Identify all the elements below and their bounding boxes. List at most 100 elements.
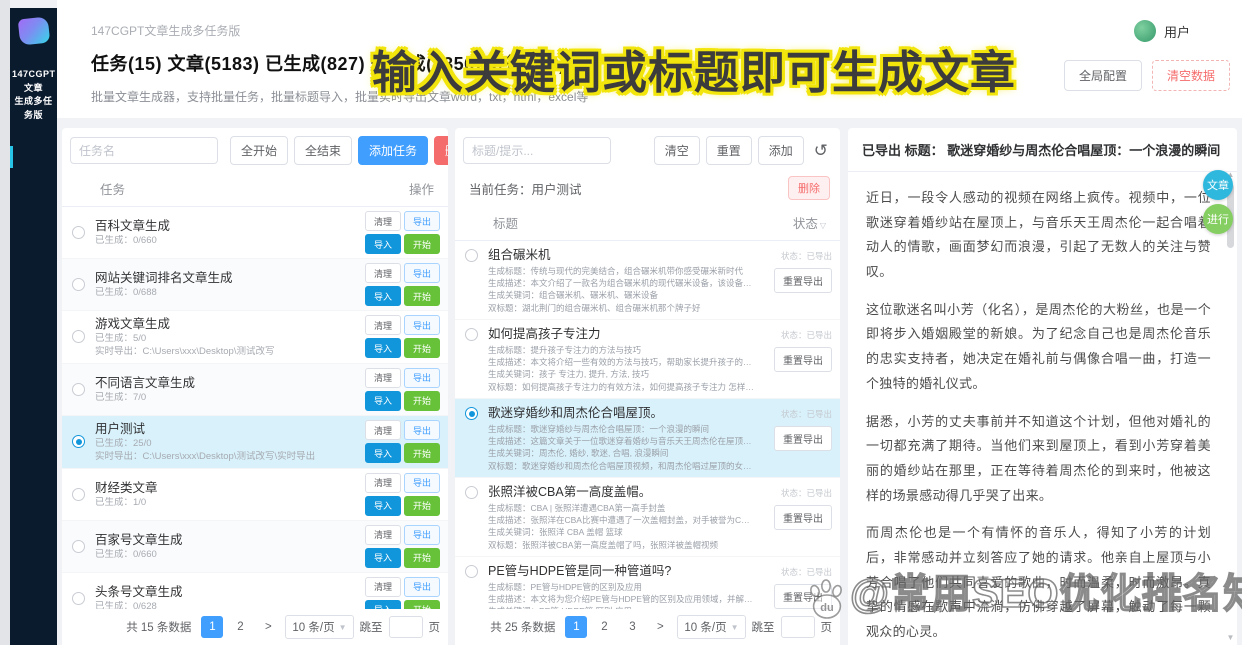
title-row[interactable]: PE管与HDPE管是同一种管道吗? 生成标题：PE管与HDPE管的区别及应用 生… [455, 557, 840, 609]
progress-float-button[interactable]: 进行 [1203, 204, 1233, 234]
task-row[interactable]: 百科文章生成 已生成：0/660 清理 导出 导入 开始 [62, 207, 448, 259]
title-row[interactable]: 如何提高孩子专注力 生成标题：提升孩子专注力的方法与技巧 生成描述：本文将介绍一… [455, 320, 840, 399]
reset-titles-button[interactable]: 重置 [706, 136, 752, 165]
clear-data-button[interactable]: 清空数据 [1152, 60, 1230, 91]
app-window: 147CGPT文章 生成多任务版 147CGPT文章生成多任务版 用户 任务(1… [0, 0, 1242, 645]
re-export-button[interactable]: 重置导出 [774, 268, 832, 293]
task-search-input[interactable] [70, 137, 218, 164]
task-row[interactable]: 头条号文章生成 已生成：0/628 清理 导出 导入 开始 [62, 573, 448, 610]
task-radio[interactable] [72, 488, 85, 501]
add-title-button[interactable]: 添加 [758, 136, 804, 165]
title-radio[interactable] [465, 486, 478, 499]
task-export-button[interactable]: 导出 [404, 315, 440, 335]
task-export-button[interactable]: 导出 [404, 263, 440, 283]
task-title: 百家号文章生成 [95, 531, 361, 549]
jump-page-input[interactable] [781, 616, 815, 638]
re-export-button[interactable]: 重置导出 [774, 426, 832, 451]
task-start-button[interactable]: 开始 [404, 548, 440, 568]
article-panel: 已导出 标题： 歌迷穿婚纱与周杰伦合唱屋顶：一个浪漫的瞬间 近日，一段令人感动的… [848, 128, 1237, 645]
next-page-button[interactable]: > [257, 616, 279, 638]
task-start-button[interactable]: 开始 [404, 286, 440, 306]
delete-task-button[interactable]: 删除 [434, 136, 448, 165]
delete-title-button[interactable]: 删除 [788, 176, 830, 200]
page-button-1[interactable]: 1 [201, 616, 223, 638]
user-menu[interactable]: 用户 [1134, 20, 1190, 42]
tasks-pagination: 共 15 条数据 1 2 > 10 条/页▼ 跳至 页 [62, 609, 448, 645]
refresh-icon[interactable]: ↺ [810, 140, 832, 161]
page-size-select[interactable]: 10 条/页▼ [677, 615, 745, 639]
task-import-button[interactable]: 导入 [365, 234, 401, 254]
page-button-2[interactable]: 2 [229, 616, 251, 638]
re-export-button[interactable]: 重置导出 [774, 584, 832, 609]
task-radio-checked[interactable] [72, 435, 85, 448]
task-import-button[interactable]: 导入 [365, 548, 401, 568]
task-start-button[interactable]: 开始 [404, 338, 440, 358]
title-row[interactable]: 组合碾米机 生成标题：传统与现代的完美结合，组合碾米机带你感受碾米新时代 生成描… [455, 241, 840, 320]
task-clean-button[interactable]: 清理 [365, 263, 401, 283]
task-export-button[interactable]: 导出 [404, 420, 440, 440]
task-radio[interactable] [72, 383, 85, 396]
task-clean-button[interactable]: 清理 [365, 211, 401, 231]
task-clean-button[interactable]: 清理 [365, 577, 401, 597]
task-export-path: 实时导出：C:\Users\xxx\Desktop\测试改写 [95, 346, 361, 359]
title-row-selected[interactable]: 歌迷穿婚纱和周杰伦合唱屋顶。 生成标题：歌迷穿婚纱与周杰伦合唱屋顶：一个浪漫的瞬… [455, 399, 840, 478]
task-export-button[interactable]: 导出 [404, 577, 440, 597]
re-export-button[interactable]: 重置导出 [774, 505, 832, 530]
page-button-2[interactable]: 2 [593, 616, 615, 638]
task-row-selected[interactable]: 用户测试 已生成：25/0 实时导出：C:\Users\xxx\Desktop\… [62, 416, 448, 469]
task-row[interactable]: 百家号文章生成 已生成：0/660 清理 导出 导入 开始 [62, 521, 448, 573]
page-size-select[interactable]: 10 条/页▼ [285, 615, 353, 639]
app-title: 147CGPT文章生成多任务版 [91, 22, 240, 39]
title-radio[interactable] [465, 328, 478, 341]
task-import-button[interactable]: 导入 [365, 338, 401, 358]
task-clean-button[interactable]: 清理 [365, 315, 401, 335]
task-radio[interactable] [72, 330, 85, 343]
task-title: 不同语言文章生成 [95, 374, 361, 392]
task-import-button[interactable]: 导入 [365, 600, 401, 610]
scrollbar[interactable]: ▲ ▼ [1225, 170, 1236, 642]
task-import-button[interactable]: 导入 [365, 286, 401, 306]
task-start-button[interactable]: 开始 [404, 391, 440, 411]
task-clean-button[interactable]: 清理 [365, 473, 401, 493]
title-radio[interactable] [465, 249, 478, 262]
task-export-button[interactable]: 导出 [404, 525, 440, 545]
scroll-down-icon[interactable]: ▼ [1225, 633, 1236, 642]
task-clean-button[interactable]: 清理 [365, 525, 401, 545]
task-row[interactable]: 游戏文章生成 已生成：5/0 实时导出：C:\Users\xxx\Desktop… [62, 311, 448, 364]
stop-all-button[interactable]: 全结束 [294, 136, 352, 165]
page-button-1[interactable]: 1 [565, 616, 587, 638]
global-config-button[interactable]: 全局配置 [1064, 60, 1142, 91]
task-export-button[interactable]: 导出 [404, 473, 440, 493]
task-clean-button[interactable]: 清理 [365, 420, 401, 440]
task-radio[interactable] [72, 278, 85, 291]
jump-page-input[interactable] [389, 616, 423, 638]
clear-titles-button[interactable]: 清空 [654, 136, 700, 165]
task-radio[interactable] [72, 226, 85, 239]
task-start-button[interactable]: 开始 [404, 443, 440, 463]
task-import-button[interactable]: 导入 [365, 391, 401, 411]
re-export-button[interactable]: 重置导出 [774, 347, 832, 372]
task-row[interactable]: 财经类文章 已生成：1/0 清理 导出 导入 开始 [62, 469, 448, 521]
task-import-button[interactable]: 导入 [365, 496, 401, 516]
task-start-button[interactable]: 开始 [404, 600, 440, 610]
next-page-button[interactable]: > [649, 616, 671, 638]
task-start-button[interactable]: 开始 [404, 234, 440, 254]
add-task-button[interactable]: 添加任务 [358, 136, 428, 165]
task-import-button[interactable]: 导入 [365, 443, 401, 463]
task-radio[interactable] [72, 592, 85, 605]
title-radio-checked[interactable] [465, 407, 478, 420]
task-export-button[interactable]: 导出 [404, 368, 440, 388]
start-all-button[interactable]: 全开始 [230, 136, 288, 165]
title-search-input[interactable] [463, 137, 611, 164]
task-row[interactable]: 网站关键词排名文章生成 已生成：0/688 清理 导出 导入 开始 [62, 259, 448, 311]
article-float-button[interactable]: 文章 [1203, 170, 1233, 200]
title-radio[interactable] [465, 565, 478, 578]
task-start-button[interactable]: 开始 [404, 496, 440, 516]
filter-icon[interactable]: ▽ [820, 221, 826, 230]
title-row[interactable]: 张照洋被CBA第一高度盖帽。 生成标题：CBA | 张照洋遭遇CBA第一高手封盖… [455, 478, 840, 557]
task-radio[interactable] [72, 540, 85, 553]
page-button-3[interactable]: 3 [621, 616, 643, 638]
task-clean-button[interactable]: 清理 [365, 368, 401, 388]
task-export-button[interactable]: 导出 [404, 211, 440, 231]
task-row[interactable]: 不同语言文章生成 已生成：7/0 清理 导出 导入 开始 [62, 364, 448, 416]
